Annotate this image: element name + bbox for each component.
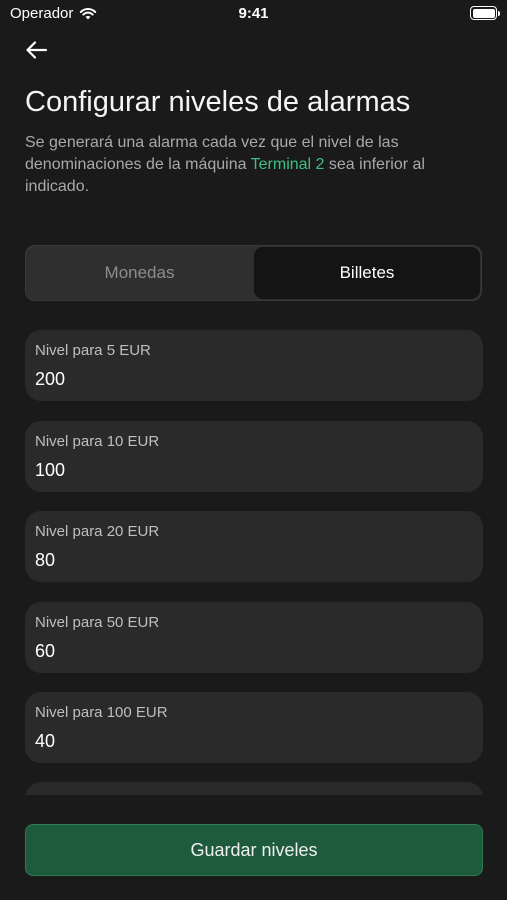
tab-bills[interactable]: Billetes bbox=[254, 247, 480, 299]
level-field-100-eur[interactable]: Nivel para 100 EUR 40 bbox=[25, 692, 483, 763]
arrow-left-icon bbox=[26, 41, 48, 59]
battery-icon bbox=[470, 6, 500, 20]
level-label: Nivel para 100 EUR bbox=[35, 704, 168, 721]
levels-list: Nivel para 5 EUR 200 Nivel para 10 EUR 1… bbox=[25, 330, 483, 795]
level-field-5-eur[interactable]: Nivel para 5 EUR 200 bbox=[25, 330, 483, 401]
tab-coins[interactable]: Monedas bbox=[26, 246, 253, 300]
level-value[interactable]: 100 bbox=[35, 460, 473, 481]
save-levels-button[interactable]: Guardar niveles bbox=[25, 824, 483, 876]
denomination-segmented-control: Monedas Billetes bbox=[25, 245, 482, 301]
level-label: Nivel para 10 EUR bbox=[35, 433, 160, 450]
level-value[interactable]: 60 bbox=[35, 641, 473, 662]
page-title: Configurar niveles de alarmas bbox=[25, 86, 411, 118]
level-label: Nivel para 50 EUR bbox=[35, 614, 160, 631]
level-label: Nivel para 5 EUR bbox=[35, 342, 151, 359]
level-value[interactable]: 80 bbox=[35, 550, 473, 571]
terminal-name: Terminal 2 bbox=[250, 156, 325, 173]
status-bar: Operador 9:41 bbox=[0, 0, 507, 28]
status-time: 9:41 bbox=[238, 5, 269, 22]
level-field-50-eur[interactable]: Nivel para 50 EUR 60 bbox=[25, 602, 483, 673]
back-button[interactable] bbox=[24, 38, 50, 62]
level-label: Nivel para 20 EUR bbox=[35, 523, 160, 540]
level-value[interactable]: 200 bbox=[35, 369, 473, 390]
level-field-20-eur[interactable]: Nivel para 20 EUR 80 bbox=[25, 511, 483, 582]
level-value[interactable]: 40 bbox=[35, 731, 473, 752]
level-field-10-eur[interactable]: Nivel para 10 EUR 100 bbox=[25, 421, 483, 492]
level-field-partial[interactable] bbox=[25, 782, 483, 795]
page-description: Se generará una alarma cada vez que el n… bbox=[25, 132, 485, 198]
